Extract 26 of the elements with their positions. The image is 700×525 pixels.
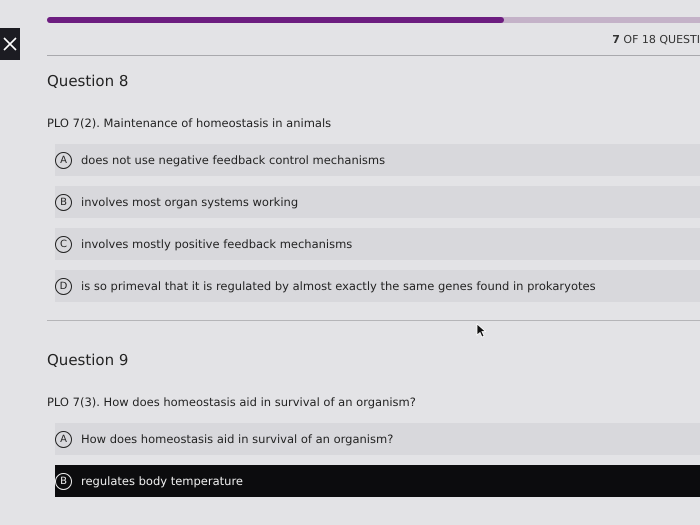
option-letter: D [55,278,72,294]
answer-option[interactable]: A How does homeostasis aid in survival of an organism? [55,423,700,455]
answer-option[interactable]: B regulates body temperature [55,465,700,497]
option-text: is so primeval that it is regulated by almost exactly the same genes found in prokaryotes [81,279,596,293]
option-letter: B [55,194,72,210]
option-letter: B [55,472,72,490]
question-counter: 7 OF 18 QUESTI [612,33,700,46]
option-letter: C [55,236,72,252]
answer-option[interactable]: C involves mostly positive feedback mechanisms [55,228,700,260]
option-letter: A [55,152,72,168]
answer-option[interactable]: D is so primeval that it is regulated by almost exactly the same genes found in prokaryotes [55,270,700,302]
option-letter: A [55,430,72,448]
option-text: involves mostly positive feedback mechanisms [81,237,352,251]
question-title: Question 9 [47,351,130,369]
question-prompt: PLO 7(3). How does homeostasis aid in survival of an organism? [47,395,417,409]
question-prompt: PLO 7(2). Maintenance of homeostasis in animals [47,116,332,130]
cursor-icon [476,323,486,338]
answer-option[interactable]: B involves most organ systems working [55,186,700,218]
option-text: does not use negative feedback control mechanisms [81,153,386,167]
option-text: regulates body temperature [81,474,243,488]
option-text: involves most organ systems working [81,195,298,209]
question-title: Question 8 [47,72,130,90]
close-icon [3,37,17,51]
answer-option[interactable]: A does not use negative feedback control mechanisms [55,144,700,176]
close-button[interactable] [0,28,20,60]
option-text: How does homeostasis aid in survival of an organism? [81,432,394,446]
